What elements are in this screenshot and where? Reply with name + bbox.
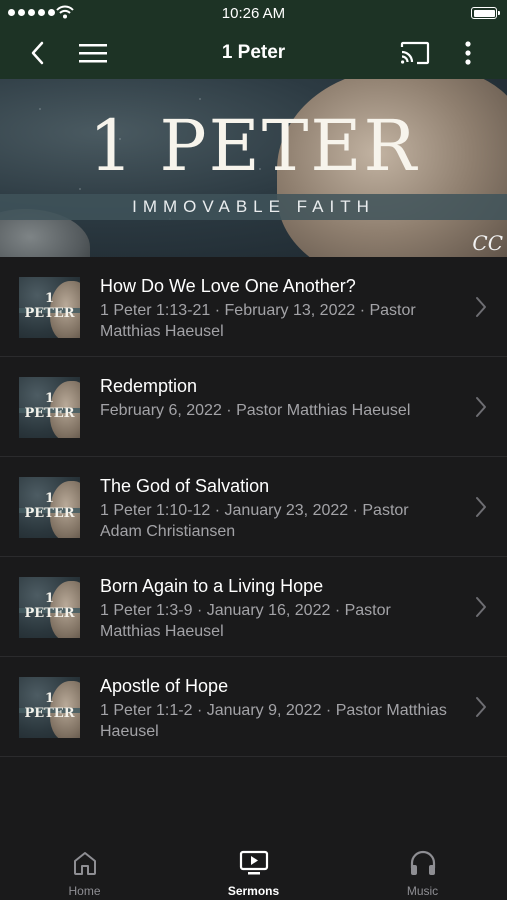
chevron-right-icon [476,297,486,317]
sermon-title: Redemption [100,376,198,396]
more-vertical-icon [465,40,471,65]
series-subtitle: IMMOVABLE FAITH [132,197,375,216]
tab-sermons[interactable]: Sermons [169,842,338,900]
sermon-title: How Do We Love One Another? [100,276,356,296]
tab-label: Music [406,884,439,898]
chevron-right-icon [476,697,486,717]
thumbnail-title: 1 PETER [24,691,75,721]
sermon-thumbnail: 1 PETER [19,477,80,538]
play-screen-icon [239,850,268,875]
sermon-thumbnail: 1 PETER [19,577,80,638]
sermon-list-item[interactable]: 1 PETER How Do We Love One Another? 1 Pe… [0,257,507,357]
chevron-right-icon [476,497,486,517]
sermon-meta: 1 Peter 1:10-12 · January 23, 2022 · Pas… [100,502,409,540]
sermon-title: Born Again to a Living Hope [100,576,324,596]
series-title: 1 PETER [88,105,419,187]
battery-icon [471,7,500,19]
back-button[interactable] [22,26,54,79]
series-banner: 1 PETER IMMOVABLE FAITH CC [0,79,507,257]
sermon-title: Apostle of Hope [100,676,229,696]
sermon-title: The God of Salvation [100,476,270,496]
church-logo: CC [472,231,503,255]
home-icon [73,852,96,875]
chevron-right-icon [476,397,486,417]
tab-label: Sermons [227,884,280,898]
sermon-thumbnail: 1 PETER [19,277,80,338]
status-bar: 10:26 AM [0,0,507,26]
sermon-meta: 1 Peter 1:1-2 · January 9, 2022 · Pastor… [100,702,447,740]
sermon-list-item[interactable]: 1 PETER The God of Salvation 1 Peter 1:1… [0,457,507,557]
sermon-thumbnail: 1 PETER [19,377,80,438]
sermon-meta: 1 Peter 1:3-9 · January 16, 2022 · Pasto… [100,602,391,640]
headphones-icon [410,850,435,875]
tab-bar: Home Sermons Music [0,842,507,900]
cast-icon [400,41,430,64]
sermon-meta: 1 Peter 1:13-21 · February 13, 2022 · Pa… [100,302,416,340]
chevron-left-icon [31,41,44,64]
cast-button[interactable] [396,26,434,79]
tab-home[interactable]: Home [0,842,169,900]
status-time: 10:26 AM [221,5,286,22]
menu-button[interactable] [76,26,110,79]
chevron-right-icon [476,597,486,617]
tab-label: Home [68,884,101,898]
sermon-list-item[interactable]: 1 PETER Apostle of Hope 1 Peter 1:1-2 · … [0,657,507,757]
sermon-meta: February 6, 2022 · Pastor Matthias Haeus… [100,402,411,419]
thumbnail-title: 1 PETER [24,391,75,421]
sermon-list: 1 PETER How Do We Love One Another? 1 Pe… [0,257,507,757]
nav-bar: 1 Peter [0,26,507,79]
tab-music[interactable]: Music [338,842,507,900]
sermon-thumbnail: 1 PETER [19,677,80,738]
sermon-list-item[interactable]: 1 PETER Born Again to a Living Hope 1 Pe… [0,557,507,657]
thumbnail-title: 1 PETER [24,591,75,621]
thumbnail-title: 1 PETER [24,291,75,321]
sermon-list-item[interactable]: 1 PETER Redemption February 6, 2022 · Pa… [0,357,507,457]
hamburger-menu-icon [79,43,107,62]
more-options-button[interactable] [455,26,481,79]
thumbnail-title: 1 PETER [24,491,75,521]
